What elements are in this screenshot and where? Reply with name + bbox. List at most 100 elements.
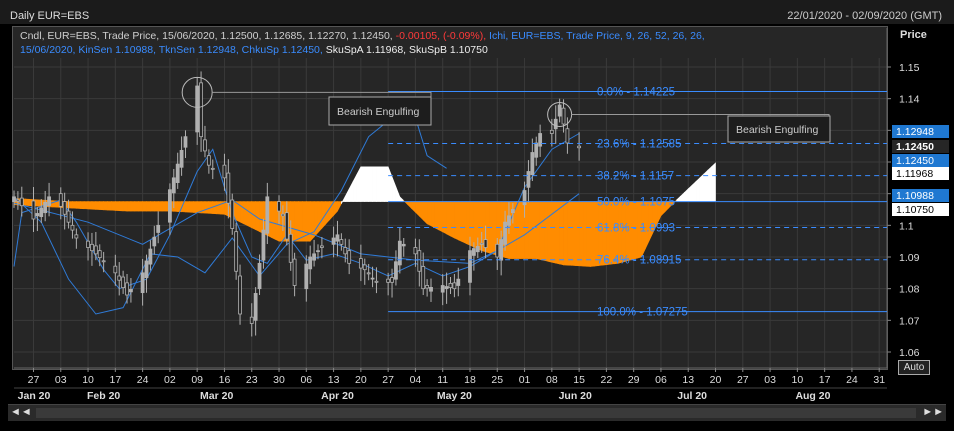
kumo-cloud-segment (703, 169, 709, 202)
candle-body (47, 196, 51, 206)
x-tick-label: 25 (491, 374, 503, 386)
candle-body (230, 199, 235, 229)
candle-body (288, 233, 293, 263)
candle-body (507, 215, 511, 226)
candle-body (261, 229, 266, 261)
fib-level-label: 38.2% - 1.1157 (597, 171, 674, 183)
y-tick-label: 1.07 (899, 315, 920, 327)
scroll-left-button[interactable]: ◄◄ (10, 406, 32, 418)
kumo-cloud-segment (687, 184, 693, 202)
kumo-cloud-segment (539, 201, 545, 261)
kumo-cloud-segment (563, 201, 568, 266)
candle-body (343, 247, 348, 255)
candle-body (319, 245, 324, 248)
kumo-cloud-segment (118, 201, 124, 212)
month-label: Feb 20 (87, 390, 120, 402)
candle-body (495, 243, 500, 258)
x-tick-label: 31 (873, 374, 885, 386)
candle-body (292, 258, 297, 286)
candle-body (121, 276, 126, 289)
kumo-cloud-segment (122, 201, 128, 212)
kumo-cloud-segment (699, 173, 705, 202)
kumo-cloud-segment (224, 201, 229, 217)
candle-body (90, 243, 94, 252)
price-tag-label: 1.12450 (896, 141, 934, 153)
candle-body (370, 277, 375, 280)
kumo-cloud-segment (516, 201, 521, 259)
candle-body (475, 246, 480, 253)
kumo-cloud-segment (344, 188, 350, 202)
month-label: Jun 20 (559, 390, 592, 402)
kumo-cloud-segment (520, 201, 525, 259)
scroll-thumb[interactable] (36, 408, 916, 418)
candle-body (203, 139, 207, 152)
candle-body (12, 196, 16, 202)
candle-body (167, 189, 172, 223)
candle-body (284, 212, 289, 240)
kumo-cloud-segment (364, 166, 369, 202)
chart-svg[interactable]: 1.151.141.131.121.111.11.091.081.071.060… (0, 0, 954, 431)
candle-body (448, 282, 453, 289)
kumo-cloud-segment (126, 201, 132, 212)
kumo-cloud-segment (684, 188, 689, 202)
candle-body (148, 248, 153, 265)
x-tick-label: 11 (437, 374, 448, 386)
y-tick-label: 1.15 (899, 62, 920, 74)
candle-body (331, 237, 336, 245)
time-scrollbar[interactable]: ◄◄ ►► (8, 404, 946, 421)
candle-body (140, 272, 145, 294)
scroll-right-button[interactable]: ►► (922, 406, 944, 418)
candle-body (129, 289, 133, 293)
kumo-cloud-segment (567, 201, 572, 266)
price-tag-label: 1.12948 (896, 126, 934, 138)
kumo-cloud-segment (574, 201, 580, 267)
y-axis-title: Price (900, 29, 927, 41)
candle-body (125, 282, 129, 296)
price-tag-label: 1.12450 (896, 155, 934, 167)
candle-body (199, 82, 203, 138)
kumo-cloud-segment (68, 201, 73, 209)
candle-body (421, 266, 426, 290)
legend-senkou-values: SkuSpA 1.11968, SkuSpB 1.10750 (322, 44, 488, 56)
candle-body (561, 107, 566, 125)
kumo-cloud-segment (411, 201, 416, 213)
kumo-cloud-segment (395, 186, 401, 202)
candle-body (534, 142, 539, 158)
price-tag-label: 1.10750 (896, 204, 934, 216)
candle-body (456, 278, 461, 286)
candle-body (335, 234, 340, 242)
candle-body (452, 282, 457, 290)
kumo-cloud-segment (551, 201, 557, 264)
legend-ichimoku-values: 15/06/2020, KinSen 1.10988, TknSen 1.129… (20, 44, 323, 56)
kumo-cloud-segment (695, 177, 701, 202)
month-label: May 20 (437, 390, 472, 402)
candle-body (316, 250, 320, 253)
x-tick-label: 03 (764, 374, 776, 386)
kumo-cloud-segment (95, 201, 101, 210)
kumo-cloud-segment (446, 201, 451, 237)
kumo-cloud-segment (559, 201, 564, 266)
kumo-cloud-segment (173, 201, 178, 212)
candle-body (366, 272, 371, 275)
auto-scale-button[interactable]: Auto (898, 360, 930, 375)
candle-body (39, 207, 44, 218)
x-tick-label: 04 (410, 374, 422, 386)
x-tick-label: 18 (464, 374, 476, 386)
candle-body (86, 240, 90, 248)
kumo-cloud-segment (438, 201, 444, 233)
kumo-cloud-segment (189, 201, 194, 213)
candle-body (277, 201, 281, 212)
candle-body (417, 250, 422, 272)
candle-body (557, 104, 562, 117)
x-tick-label: 06 (655, 374, 667, 386)
kumo-cloud-segment (130, 201, 136, 212)
candle-body (479, 242, 484, 245)
candle-body (401, 243, 406, 247)
kumo-cloud-segment (185, 201, 190, 213)
kumo-cloud-segment (212, 201, 217, 215)
kumo-cloud-segment (360, 166, 366, 202)
x-tick-label: 23 (246, 374, 258, 386)
kumo-cloud-segment (422, 201, 428, 225)
x-tick-label: 27 (28, 374, 40, 386)
kumo-cloud-segment (454, 201, 459, 241)
